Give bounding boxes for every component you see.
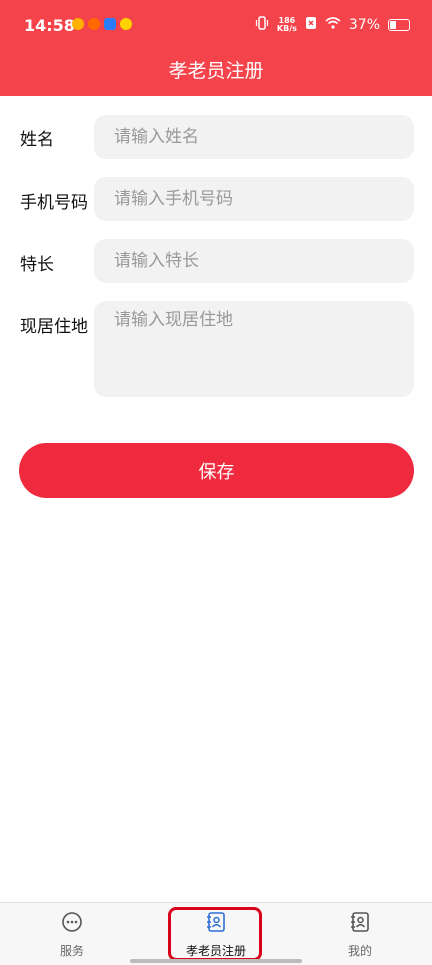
no-sim-icon [305,16,317,34]
app-notification-icon [88,18,100,30]
status-bar: 14:58 186 KB/s 37% [0,0,432,52]
save-button-label: 保存 [198,461,235,483]
name-input[interactable]: 请输入姓名 [94,115,414,159]
network-speed-unit: KB/s [276,24,297,33]
skill-input[interactable]: 请输入特长 [94,239,414,283]
tab-service-label: 服务 [59,944,84,958]
phone-input[interactable]: 请输入手机号码 [94,177,414,221]
vibrate-icon [255,16,269,34]
skill-label: 特长 [20,255,54,275]
header-bar: 14:58 186 KB/s 37% 孝老员注册 [0,0,432,96]
battery-icon [388,19,410,31]
tab-mine[interactable]: 我的 [305,911,415,959]
chat-bubble-icon [61,911,83,936]
network-speed: 186 KB/s [277,17,297,33]
wifi-icon [325,17,341,33]
contact-book-icon [349,911,371,936]
phone-label: 手机号码 [20,193,88,213]
tab-service[interactable]: 服务 [17,911,127,959]
name-label: 姓名 [20,130,54,150]
address-label: 现居住地 [20,317,88,337]
home-indicator[interactable] [130,959,302,963]
status-time: 14:58 [24,16,75,35]
app-notification-icon [104,18,116,30]
page-title: 孝老员注册 [168,60,264,82]
active-tab-highlight [168,907,262,961]
battery-percent: 37% [348,17,380,33]
save-button[interactable]: 保存 [19,443,414,498]
status-app-icons [72,18,132,30]
tab-mine-label: 我的 [347,944,372,958]
status-right: 186 KB/s 37% [255,16,410,34]
address-textarea[interactable]: 请输入现居住地 [94,301,414,397]
app-notification-icon [72,18,84,30]
app-notification-icon [120,18,132,30]
